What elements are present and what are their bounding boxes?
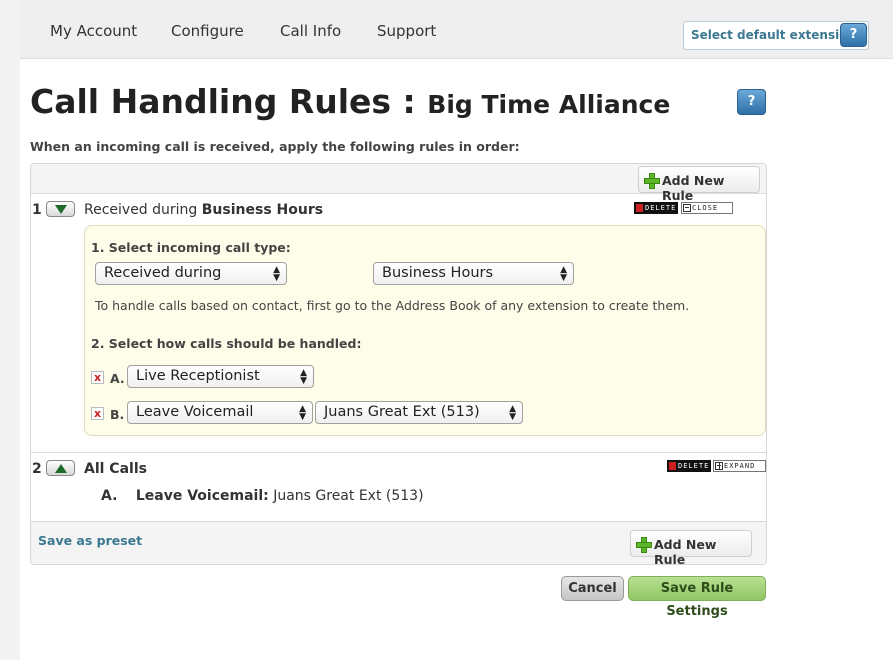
add-rule-label: Add New Rule (662, 173, 725, 203)
rule-2-delete-button[interactable]: DELETE (667, 460, 711, 472)
step-1-label: 1. Select incoming call type: (91, 240, 291, 255)
nav-my-account[interactable]: My Account (50, 22, 137, 40)
rule-2-expand-label: EXPAND (724, 462, 756, 470)
remove-action-b-icon[interactable]: x (91, 407, 104, 420)
page-title-text: Call Handling Rules : (30, 82, 416, 121)
select-arrows-icon: ▲ ▼ (273, 265, 280, 283)
select-extension-link[interactable]: Select default extension (691, 28, 856, 42)
rule-1-delete-button[interactable]: DELETE (634, 202, 678, 214)
rule-1-close-button[interactable]: CLOSE (681, 202, 733, 214)
nav-call-info[interactable]: Call Info (280, 22, 341, 40)
plus-icon (636, 537, 652, 553)
rule-1-editor: 1. Select incoming call type: Received d… (84, 225, 766, 436)
action-a-select[interactable]: Live Receptionist ▲ ▼ (127, 365, 314, 388)
page-subtitle: Big Time Alliance (427, 90, 671, 119)
step-2-label: 2. Select how calls should be handled: (91, 336, 362, 351)
save-as-preset-link[interactable]: Save as preset (38, 533, 142, 548)
action-a-letter: A. (110, 371, 125, 386)
rule-2-summary-target: Juans Great Ext (513) (273, 488, 424, 504)
collapse-icon (683, 204, 691, 212)
action-b-value: Leave Voicemail (136, 404, 254, 420)
select-arrows-icon: ▲ ▼ (300, 368, 307, 386)
delete-icon (636, 204, 643, 212)
rule-1-collapse-button[interactable] (46, 201, 75, 217)
rule-2-summary: A. Leave Voicemail: Juans Great Ext (513… (101, 488, 424, 504)
plus-icon (644, 173, 660, 189)
rule-1-title-strong: Business Hours (201, 202, 324, 218)
address-book-hint: To handle calls based on contact, first … (95, 298, 690, 313)
call-type-value: Received during (104, 265, 222, 281)
add-new-rule-button-top[interactable]: Add New Rule (638, 166, 760, 203)
action-b-target-value: Juans Great Ext (513) (324, 404, 480, 420)
page-help-icon[interactable]: ? (737, 89, 766, 115)
schedule-select[interactable]: Business Hours ▲ ▼ (373, 262, 574, 285)
rules-panel-header: Add New Rule (31, 164, 766, 203)
rule-2-delete-label: DELETE (678, 462, 710, 470)
rule-divider (31, 452, 766, 453)
top-nav-bar: My Account Configure Call Info Support S… (20, 0, 893, 59)
rule-1-close-label: CLOSE (692, 204, 719, 212)
action-b-letter: B. (110, 407, 125, 422)
extension-help-icon[interactable]: ? (840, 23, 867, 47)
rule-1-title-prefix: Received during (84, 202, 198, 218)
page-title: Call Handling Rules : Big Time Alliance (30, 82, 670, 121)
action-b-select[interactable]: Leave Voicemail ▲ ▼ (127, 401, 313, 424)
rule-1-title[interactable]: Received during Business Hours (84, 202, 323, 218)
rule-2-title[interactable]: All Calls (84, 461, 147, 477)
nav-support[interactable]: Support (377, 22, 436, 40)
delete-icon (669, 462, 676, 470)
add-new-rule-button-bottom[interactable]: Add New Rule (630, 530, 752, 567)
triangle-down-icon (55, 205, 67, 214)
rules-panel: Add New Rule 1 Received during Business … (30, 163, 767, 567)
left-margin (0, 0, 20, 660)
nav-configure[interactable]: Configure (171, 22, 244, 40)
select-arrows-icon: ▲ ▼ (560, 265, 567, 283)
triangle-up-icon (55, 464, 67, 473)
rule-1-number: 1 (32, 202, 42, 218)
select-arrows-icon: ▲ ▼ (509, 404, 516, 422)
select-default-extension[interactable]: Select default extension ? (683, 21, 869, 50)
rule-2-summary-action: Leave Voicemail: (135, 488, 269, 504)
rule-2-number: 2 (32, 461, 42, 477)
action-b-target-select[interactable]: Juans Great Ext (513) ▲ ▼ (315, 401, 523, 424)
save-rule-settings-button[interactable]: Save Rule Settings (628, 576, 766, 619)
remove-action-a-icon[interactable]: x (91, 371, 104, 384)
rules-panel-footer: Save as preset Add New Rule (31, 521, 766, 567)
rules-intro: When an incoming call is received, apply… (30, 139, 520, 154)
add-rule-label: Add New Rule (654, 537, 717, 567)
rule-2-expand-button[interactable] (46, 460, 75, 476)
action-a-value: Live Receptionist (136, 368, 260, 384)
rule-2-expand-link[interactable]: EXPAND (713, 460, 766, 472)
rule-1-delete-label: DELETE (645, 204, 677, 212)
select-arrows-icon: ▲ ▼ (299, 404, 306, 422)
rule-2-summary-letter: A. (101, 488, 118, 504)
schedule-value: Business Hours (382, 265, 494, 281)
call-type-select[interactable]: Received during ▲ ▼ (95, 262, 287, 285)
expand-icon (715, 462, 723, 470)
cancel-button[interactable]: Cancel (561, 576, 624, 601)
